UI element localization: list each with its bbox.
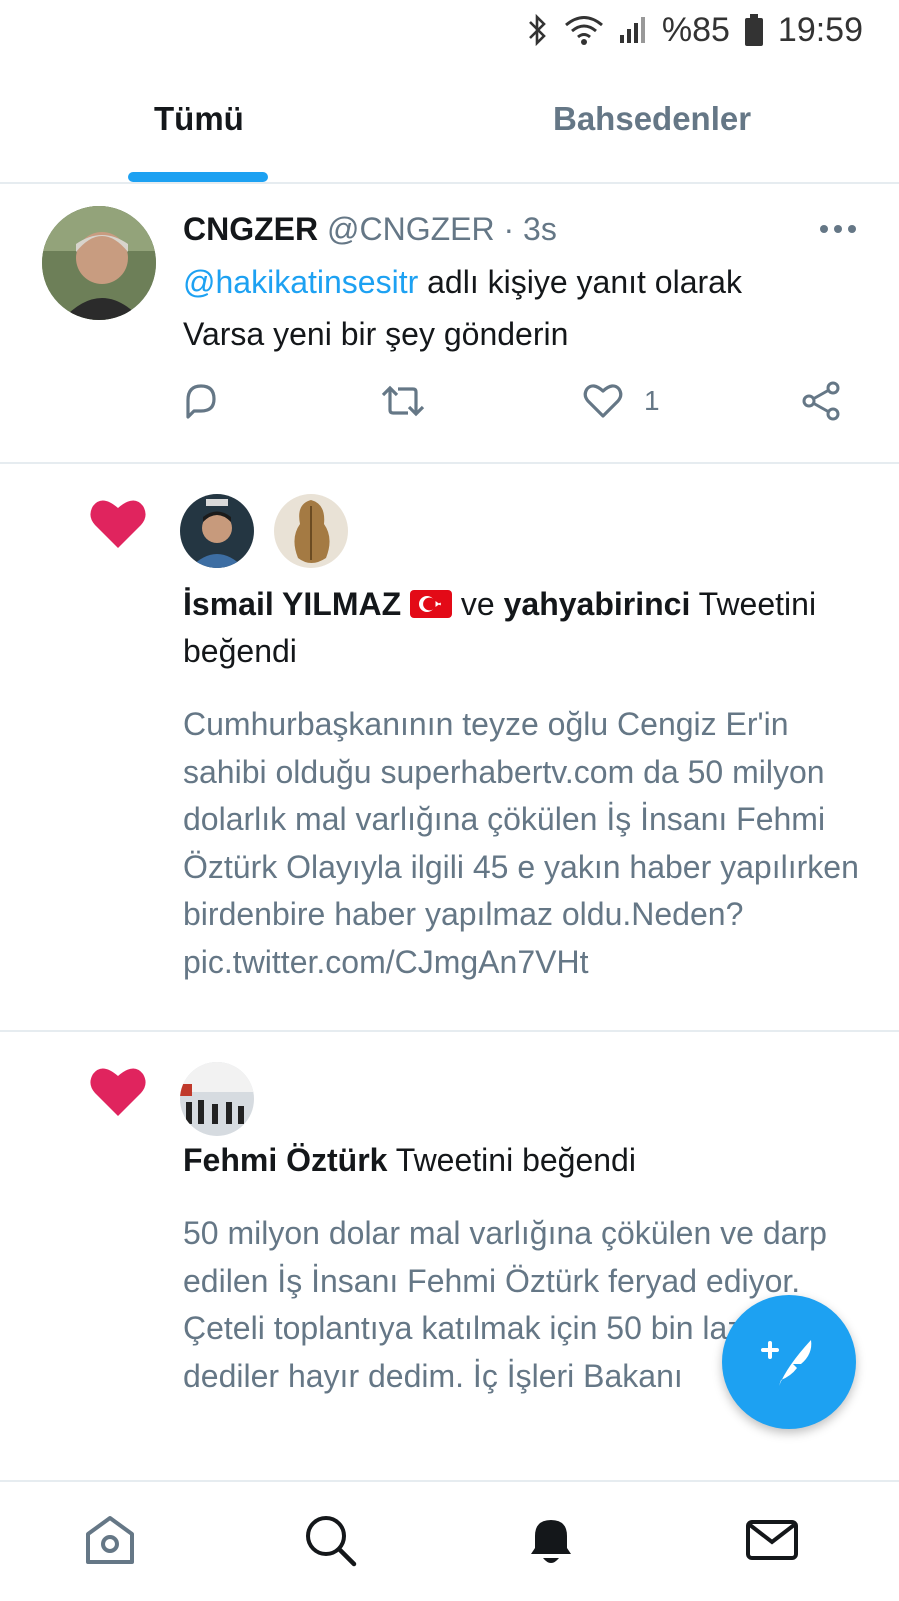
like-count: 1 [644,385,660,416]
signal-icon [619,17,645,43]
like-button[interactable]: 1 [582,380,660,422]
liked-tweet-text: Cumhurbaşkanının teyze oğlu Cengiz Er'in… [183,706,859,980]
tweet-item[interactable]: CNGZER @CNGZER · 3s @hakikatinsesitr adl… [0,184,899,464]
tweet-time: 3s [523,211,557,247]
heart-filled-icon [90,1068,146,1116]
notifications-tabs: Tümü Bahsedenler [0,60,899,184]
tweet-text: Varsa yeni bir şey gönderin [183,316,569,352]
connector-text: ve [460,586,495,622]
tab-mentions[interactable]: Bahsedenler [553,100,751,138]
nav-notifications[interactable] [523,1512,579,1573]
liked-tweet-paragraph: 50 milyon dolar mal varlığına çökülen ve… [183,1215,827,1299]
battery-icon [744,14,763,46]
status-bar: %85 19:59 [0,0,899,60]
notification-title: İsmail YILMAZ ve yahyabirinci Tweetini b… [183,581,863,675]
share-icon [802,381,840,421]
separator: · [503,211,515,247]
messages-envelope-icon [746,1520,798,1560]
nav-messages[interactable] [744,1512,800,1573]
tab-all[interactable]: Tümü [154,100,244,138]
tweet-header: CNGZER @CNGZER · 3s [183,211,557,248]
nav-home[interactable] [82,1512,138,1573]
heart-outline-icon [583,384,623,418]
reply-context-text: adlı kişiye yanıt olarak [427,264,742,300]
reply-icon [186,384,216,419]
reply-mention-link[interactable]: @hakikatinsesitr [183,264,418,300]
like-notification[interactable]: İsmail YILMAZ ve yahyabirinci Tweetini b… [0,464,899,1032]
notification-action: Tweetini beğendi [395,1142,636,1178]
turkey-flag-icon [410,590,453,618]
share-button[interactable] [800,380,842,422]
notifications-bell-icon [531,1520,571,1563]
nav-search[interactable] [302,1512,358,1573]
more-options-icon[interactable] [818,214,858,244]
notification-title: Fehmi Öztürk Tweetini beğendi [183,1137,863,1184]
active-tab-indicator [128,172,268,182]
avatar[interactable] [42,206,156,320]
reply-context: @hakikatinsesitr adlı kişiye yanıt olara… [183,264,742,301]
author-name[interactable]: CNGZER [183,211,318,247]
heart-filled-icon [90,500,146,548]
compose-tweet-icon [761,1340,812,1386]
avatar[interactable] [180,1062,254,1136]
clock: 19:59 [777,10,863,49]
author-handle: @CNGZER [327,211,495,247]
liker-name[interactable]: Fehmi Öztürk [183,1142,387,1178]
wifi-icon [564,16,603,45]
compose-tweet-button[interactable] [722,1295,856,1429]
liker-name[interactable]: İsmail YILMAZ [183,586,401,622]
bluetooth-icon [528,13,546,47]
battery-percent: %85 [661,10,730,49]
avatar[interactable] [274,494,348,568]
tweet-actions: 1 [0,380,899,426]
bottom-navigation [0,1480,899,1601]
home-icon [86,1516,134,1564]
retweet-icon [381,385,425,417]
search-icon [306,1516,357,1567]
liker-name[interactable]: yahyabirinci [504,586,691,622]
avatar[interactable] [180,494,254,568]
reply-button[interactable] [180,380,222,422]
retweet-button[interactable] [380,380,426,422]
